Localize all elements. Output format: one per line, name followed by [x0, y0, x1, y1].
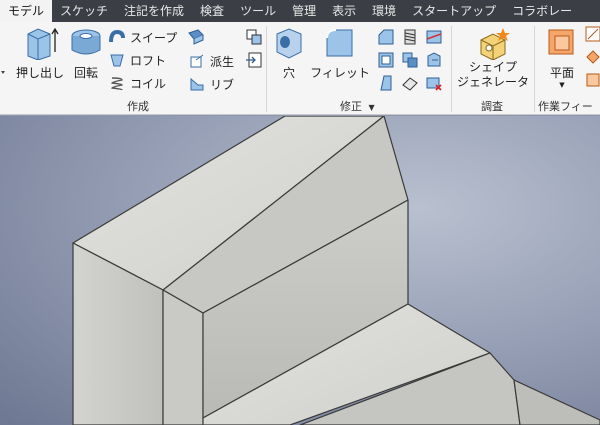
coil-icon — [111, 77, 123, 91]
ribbon-tab-6[interactable]: 表示 — [324, 0, 364, 22]
derive-label: 派生 — [210, 54, 235, 69]
sweep-button[interactable]: スイープ — [108, 28, 177, 46]
point-icon[interactable] — [584, 48, 600, 68]
fillet-icon — [326, 29, 353, 57]
ribbon-tab-bar: モデル スケッチ 注記を作成 検査 ツール 管理 表示 環境 スタートアップ コラボレー — [0, 0, 600, 22]
fillet-button[interactable]: フィレット — [306, 26, 374, 81]
work-features-panel-title[interactable]: 作業フィー — [538, 98, 593, 114]
lower-right-face — [513, 379, 600, 425]
ribbon-tab-3[interactable]: 検査 — [192, 0, 232, 22]
plane-label: 平面 — [549, 66, 574, 80]
sweep-label: スイープ — [130, 30, 178, 45]
shape-generator-label-line1: シェイプ — [468, 60, 517, 74]
plane-button[interactable]: 平面 ▼ — [540, 26, 584, 89]
shape-generator-button[interactable]: シェイプ ジェネレータ — [455, 26, 531, 90]
thread-icon[interactable] — [400, 27, 420, 47]
plane-icon — [548, 29, 574, 55]
hole-button[interactable]: 穴 — [272, 26, 306, 81]
loft-label: ロフト — [130, 53, 167, 68]
graphics-window[interactable] — [0, 116, 600, 425]
modify-panel-dropdown-icon[interactable]: ▼ — [369, 103, 375, 112]
ucs-icon[interactable] — [584, 71, 600, 91]
part-model — [72, 116, 600, 425]
derive-button[interactable]: 派生 — [188, 52, 234, 70]
direct-edit-icon[interactable] — [424, 50, 444, 70]
explore-panel-separator — [534, 26, 535, 112]
fillet-label: フィレット — [310, 66, 370, 80]
draft-icon[interactable] — [376, 73, 396, 93]
extrude-label: 押し出し — [15, 66, 64, 80]
loft-button[interactable]: ロフト — [108, 51, 166, 69]
modify-panel-separator — [451, 26, 452, 112]
ribbon-tab-1[interactable]: スケッチ — [52, 0, 116, 22]
ribbon: 押し出し 回転 スイープ ロフト コイル 派生 リブ 作成 穴 フィレット 修正… — [0, 22, 600, 115]
plane-dropdown-icon[interactable]: ▼ — [540, 81, 584, 89]
ribbon-tab-9[interactable]: コラボレー — [504, 0, 580, 22]
create-panel-separator — [266, 26, 267, 112]
split-icon[interactable] — [424, 27, 444, 47]
extrude-button[interactable]: 押し出し — [12, 26, 68, 81]
axis-icon[interactable] — [584, 25, 600, 45]
explore-panel-title[interactable]: 調査 — [481, 98, 503, 114]
rib-icon — [190, 77, 204, 91]
ribbon-tab-2[interactable]: 注記を作成 — [116, 0, 192, 22]
shape-generator-label-line2: ジェネレータ — [456, 75, 529, 89]
modify-panel-title[interactable]: 修正 ▼ — [340, 98, 375, 114]
coil-label: コイル — [130, 76, 167, 91]
loft-icon — [110, 54, 124, 67]
ribbon-left-arrow-icon[interactable] — [0, 66, 8, 76]
import-icon[interactable] — [244, 50, 264, 70]
rib-label: リブ — [210, 77, 235, 92]
derive-icon — [190, 54, 204, 68]
shape-generator-icon — [480, 28, 510, 60]
ribbon-tab-5[interactable]: 管理 — [284, 0, 324, 22]
combine-icon[interactable] — [400, 50, 420, 70]
revolve-icon — [71, 29, 101, 55]
hole-icon — [276, 28, 302, 59]
chamfer-icon[interactable] — [376, 27, 396, 47]
convert-icon[interactable] — [244, 27, 264, 47]
ribbon-tab-4[interactable]: ツール — [232, 0, 284, 22]
modify-panel-title-text: 修正 — [340, 100, 362, 113]
revolve-button[interactable]: 回転 — [64, 26, 108, 81]
create-panel-title[interactable]: 作成 — [127, 98, 149, 114]
revolve-label: 回転 — [73, 66, 98, 80]
chamfer-front-strip — [162, 289, 204, 425]
extrude-icon — [27, 27, 59, 60]
ribbon-tab-7[interactable]: 環境 — [364, 0, 404, 22]
shell-icon[interactable] — [376, 50, 396, 70]
rib-button[interactable]: リブ — [188, 75, 234, 93]
emboss-icon[interactable] — [186, 27, 206, 47]
delete-face-icon[interactable] — [424, 73, 444, 93]
ribbon-tab-8[interactable]: スタートアップ — [404, 0, 504, 22]
sweep-icon — [109, 29, 125, 43]
hole-label: 穴 — [282, 66, 295, 80]
replace-face-icon[interactable] — [400, 73, 420, 93]
coil-button[interactable]: コイル — [108, 74, 166, 92]
ribbon-tab-0[interactable]: モデル — [0, 0, 53, 22]
